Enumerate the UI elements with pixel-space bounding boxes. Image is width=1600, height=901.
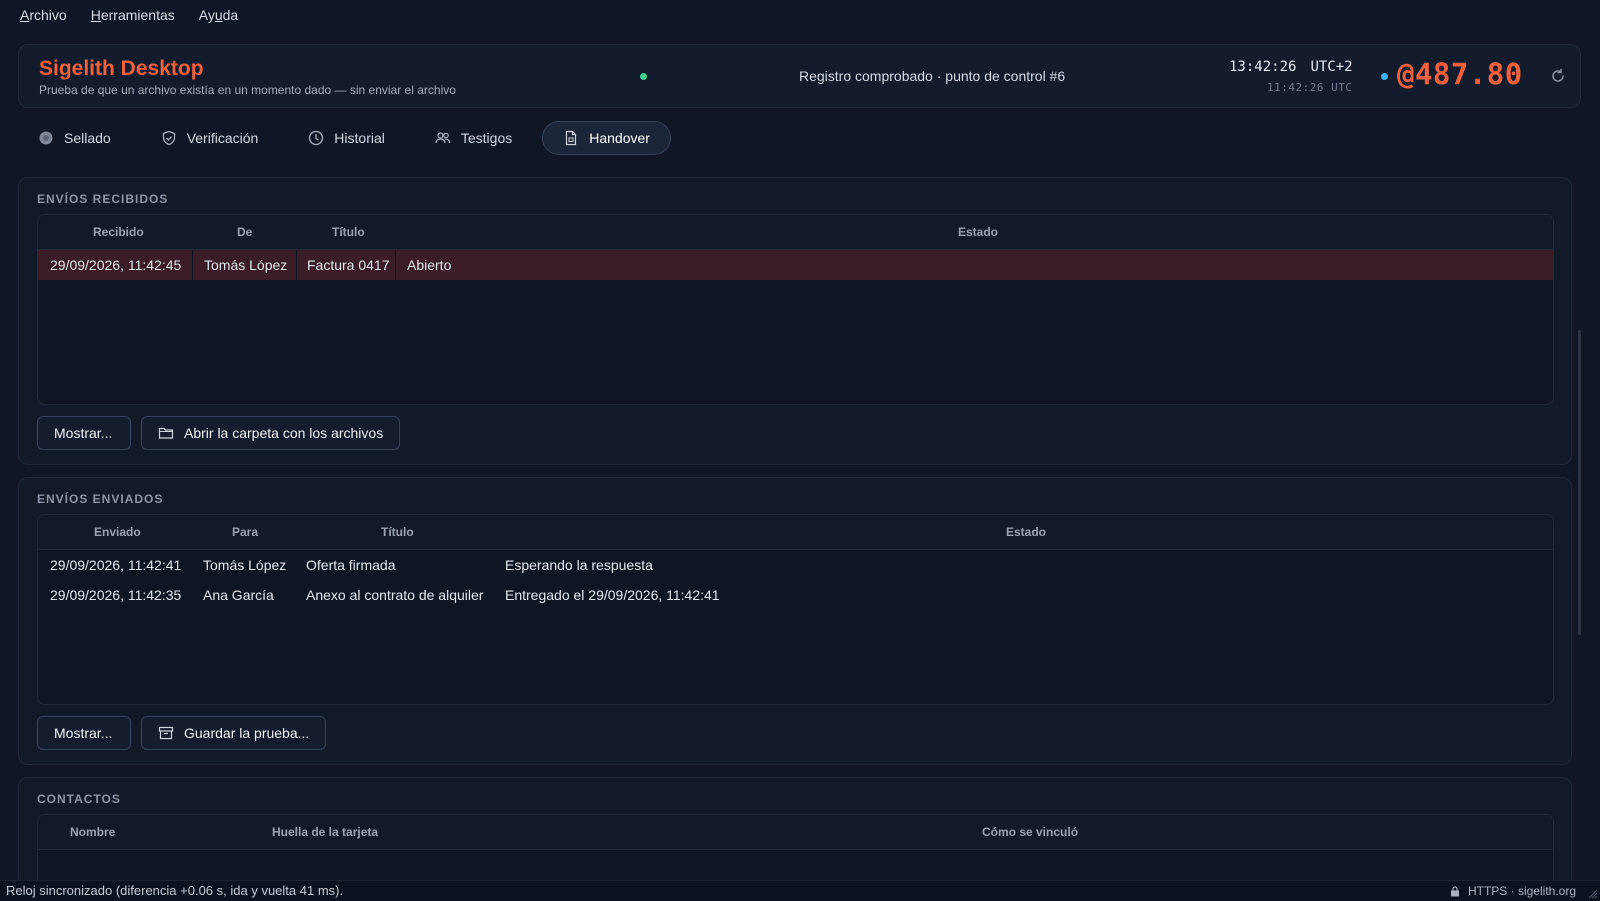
tab-handover[interactable]: Handover (542, 121, 671, 155)
seal-icon (38, 130, 54, 146)
col-titulo[interactable]: Título (381, 525, 414, 539)
menu-archivo[interactable]: Archivo (20, 7, 67, 23)
contacts-panel: CONTACTOS Nombre Huella de la tarjeta Có… (18, 777, 1572, 894)
connection-text: HTTPS · sigelith.org (1467, 884, 1576, 898)
table-header: Nombre Huella de la tarjeta Cómo se vinc… (38, 815, 1553, 850)
cell-de: Tomás López (204, 257, 288, 273)
tab-label: Handover (589, 130, 650, 146)
status-bar: Reloj sincronizado (diferencia +0.06 s, … (0, 880, 1600, 901)
col-nombre[interactable]: Nombre (70, 825, 115, 839)
refresh-icon[interactable] (1549, 67, 1567, 85)
table-row[interactable]: 29/09/2026, 11:42:35 Ana García Anexo al… (38, 580, 1553, 610)
app-header: Sigelith Desktop Prueba de que un archiv… (18, 44, 1581, 108)
clock-sync-status: Reloj sincronizado (diferencia +0.06 s, … (6, 883, 344, 898)
timezone: UTC+2 (1310, 59, 1353, 75)
tab-sellado[interactable]: Sellado (18, 121, 131, 155)
cell-estado: Entregado el 29/09/2026, 11:42:41 (505, 587, 720, 603)
cell-estado: Esperando la respuesta (505, 557, 653, 573)
resize-grip-icon[interactable] (1588, 889, 1598, 899)
contacts-title: CONTACTOS (37, 792, 121, 806)
sent-panel: ENVÍOS ENVIADOS Enviado Para Título Esta… (18, 477, 1572, 765)
lock-icon (1450, 885, 1459, 896)
local-time: 13:42:26 (1229, 59, 1297, 75)
cell-titulo: Oferta firmada (306, 557, 396, 573)
received-table: Recibido De Título Estado 29/09/2026, 11… (37, 214, 1554, 405)
col-para[interactable]: Para (232, 525, 258, 539)
cell-estado: Abierto (407, 257, 452, 273)
scrollbar[interactable] (1578, 330, 1581, 635)
people-icon (435, 130, 451, 146)
cell-titulo: Factura 0417 (307, 257, 390, 273)
open-folder-button[interactable]: Abrir la carpeta con los archivos (141, 416, 401, 450)
table-row[interactable]: 29/09/2026, 11:42:41 Tomás López Oferta … (38, 550, 1553, 580)
menu-herramientas[interactable]: Herramientas (91, 7, 175, 23)
button-label: Abrir la carpeta con los archivos (184, 425, 384, 441)
app-title: Sigelith Desktop (39, 57, 204, 80)
cell-para: Ana García (203, 587, 274, 603)
col-como[interactable]: Cómo se vinculó (982, 825, 1078, 839)
cell-titulo: Anexo al contrato de alquiler (306, 587, 484, 603)
col-huella[interactable]: Huella de la tarjeta (272, 825, 378, 839)
cell-fecha: 29/09/2026, 11:42:45 (50, 257, 182, 273)
received-title: ENVÍOS RECIBIDOS (37, 192, 169, 206)
button-label: Mostrar... (54, 425, 113, 441)
received-panel: ENVÍOS RECIBIDOS Recibido De Título Esta… (18, 177, 1572, 465)
table-row[interactable]: 29/09/2026, 11:42:45 Tomás López Factura… (38, 250, 1553, 280)
menu-ayuda[interactable]: Ayuda (199, 7, 238, 23)
col-de[interactable]: De (237, 225, 252, 239)
sent-title: ENVÍOS ENVIADOS (37, 492, 164, 506)
tab-historial[interactable]: Historial (288, 121, 405, 155)
tab-label: Historial (334, 130, 385, 146)
balance: @487.80 (1397, 57, 1523, 91)
table-header: Recibido De Título Estado (38, 215, 1553, 250)
show-received-button[interactable]: Mostrar... (37, 416, 131, 450)
folder-icon (158, 425, 174, 441)
balance-status-dot (1381, 73, 1388, 80)
menu-bar: Archivo Herramientas Ayuda (0, 0, 1600, 30)
cell-fecha: 29/09/2026, 11:42:41 (50, 557, 182, 573)
connection-info: HTTPS · sigelith.org (1450, 884, 1576, 898)
show-sent-button[interactable]: Mostrar... (37, 716, 131, 750)
connection-status-dot (640, 73, 647, 80)
col-titulo[interactable]: Título (332, 225, 365, 239)
sent-table: Enviado Para Título Estado 29/09/2026, 1… (37, 514, 1554, 705)
document-icon (563, 130, 579, 146)
app-subtitle: Prueba de que un archivo existía en un m… (39, 83, 456, 97)
registry-status: Registro comprobado · punto de control #… (799, 68, 1066, 84)
local-clock: 13:42:26 UTC+2 (1229, 59, 1353, 75)
tab-label: Verificación (186, 130, 259, 146)
tab-verificacion[interactable]: Verificación (141, 121, 279, 155)
col-enviado[interactable]: Enviado (94, 525, 141, 539)
button-label: Guardar la prueba... (184, 725, 310, 741)
cell-divider (296, 250, 297, 280)
utc-clock: 11:42:26 UTC (1267, 81, 1353, 94)
tab-label: Sellado (64, 130, 111, 146)
col-estado[interactable]: Estado (958, 225, 998, 239)
cell-fecha: 29/09/2026, 11:42:35 (50, 587, 182, 603)
table-header: Enviado Para Título Estado (38, 515, 1553, 550)
tab-bar: Sellado Verificación Historial Testigos … (18, 121, 681, 155)
save-proof-button[interactable]: Guardar la prueba... (141, 716, 327, 750)
clock-icon (308, 130, 324, 146)
tab-testigos[interactable]: Testigos (415, 121, 532, 155)
cell-para: Tomás López (203, 557, 287, 573)
cell-divider (395, 250, 396, 280)
tab-label: Testigos (460, 130, 513, 146)
col-recibido[interactable]: Recibido (93, 225, 144, 239)
cell-divider (192, 250, 193, 280)
button-label: Mostrar... (54, 725, 113, 741)
col-estado[interactable]: Estado (1006, 525, 1046, 539)
archive-icon (158, 725, 174, 741)
shield-check-icon (161, 130, 177, 146)
